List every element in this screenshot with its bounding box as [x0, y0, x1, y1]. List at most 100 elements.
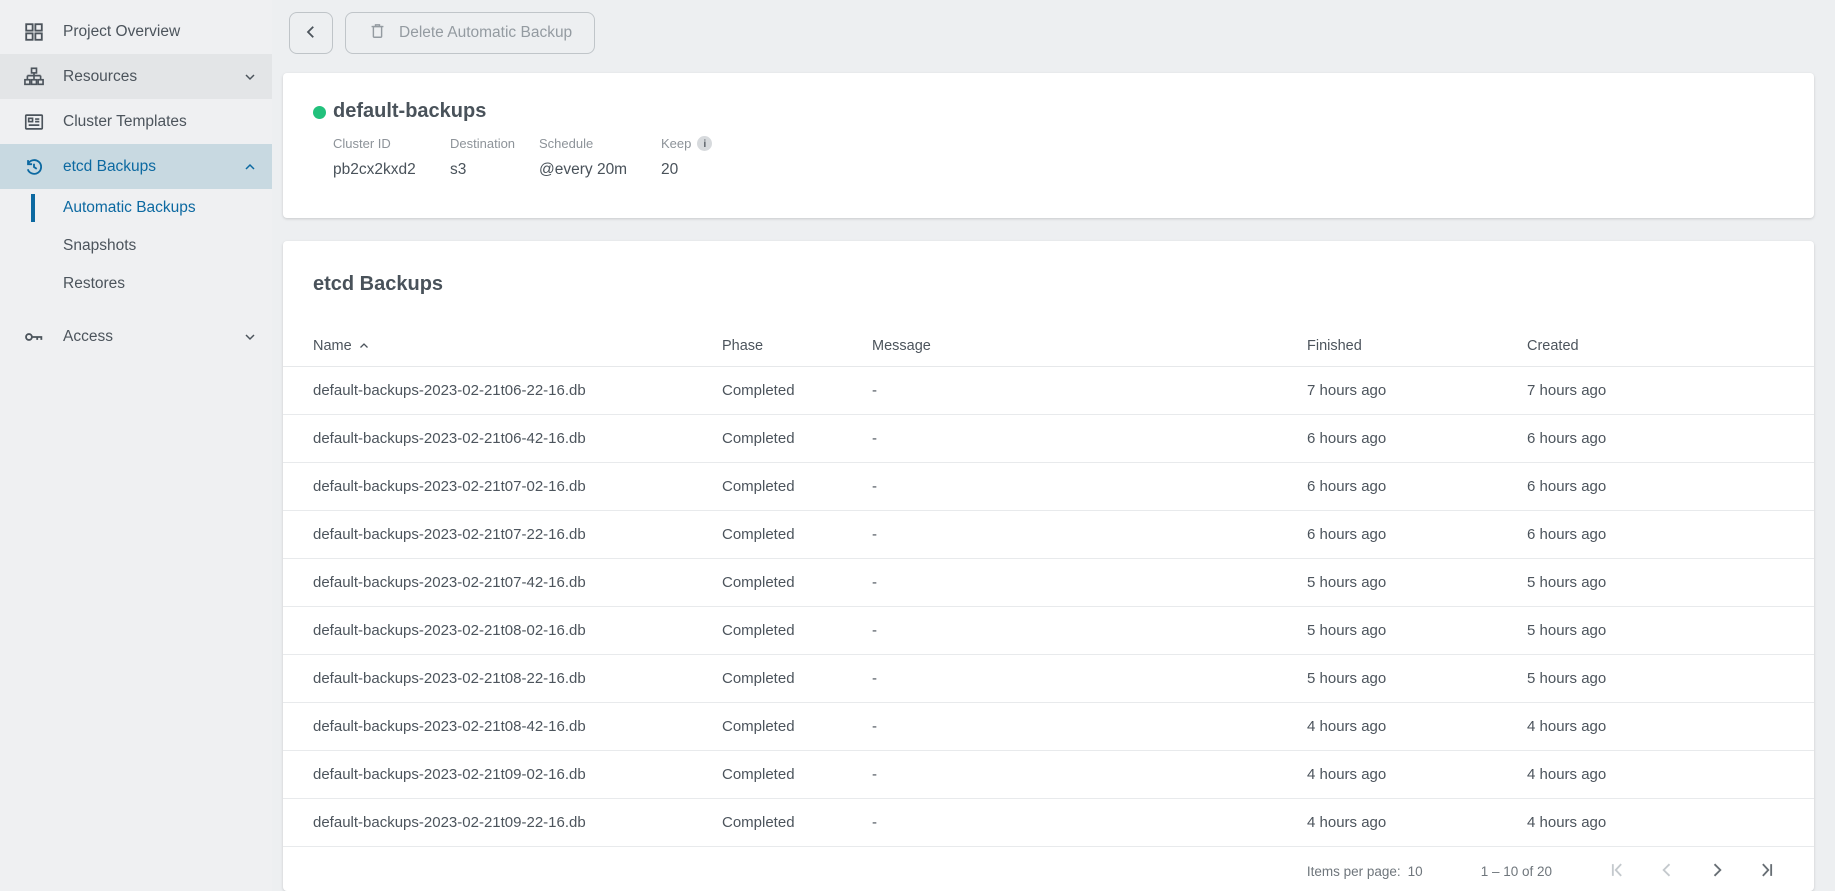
cell-finished: 4 hours ago	[1307, 766, 1527, 783]
sidebar-item-label: etcd Backups	[63, 158, 156, 176]
column-header-label: Name	[313, 338, 352, 354]
health-status-dot	[313, 106, 326, 119]
sidebar-item-label: Resources	[63, 68, 137, 86]
backup-fields: Cluster ID pb2cx2kxd2 Destination s3 Sch…	[333, 136, 712, 179]
sidebar-item-snapshots[interactable]: Snapshots	[0, 227, 272, 265]
backup-summary-card: default-backups Cluster ID pb2cx2kxd2 De…	[283, 73, 1814, 218]
table-row[interactable]: default-backups-2023-02-21t06-42-16.db C…	[283, 415, 1814, 463]
cell-finished: 7 hours ago	[1307, 382, 1527, 399]
table-row[interactable]: default-backups-2023-02-21t07-42-16.db C…	[283, 559, 1814, 607]
cell-message: -	[872, 574, 1307, 591]
column-header-created[interactable]: Created	[1527, 338, 1814, 354]
cell-name: default-backups-2023-02-21t07-02-16.db	[313, 478, 722, 495]
sidebar-item-label: Automatic Backups	[63, 199, 196, 217]
table-title: etcd Backups	[283, 241, 1814, 296]
cell-message: -	[872, 382, 1307, 399]
column-header-label: Finished	[1307, 338, 1362, 354]
first-page-button[interactable]	[1592, 852, 1642, 891]
cell-created: 5 hours ago	[1527, 670, 1814, 687]
cell-message: -	[872, 670, 1307, 687]
next-page-button[interactable]	[1692, 852, 1742, 891]
cell-name: default-backups-2023-02-21t08-42-16.db	[313, 718, 722, 735]
cell-created: 4 hours ago	[1527, 814, 1814, 831]
table-row[interactable]: default-backups-2023-02-21t07-22-16.db C…	[283, 511, 1814, 559]
column-header-message[interactable]: Message	[872, 338, 1307, 354]
column-header-name[interactable]: Name	[313, 338, 722, 354]
active-indicator-bar	[31, 194, 35, 222]
cell-name: default-backups-2023-02-21t06-22-16.db	[313, 382, 722, 399]
history-icon	[23, 156, 45, 178]
cell-message: -	[872, 478, 1307, 495]
info-icon[interactable]: i	[697, 136, 712, 151]
cell-finished: 5 hours ago	[1307, 622, 1527, 639]
cell-phase: Completed	[722, 670, 872, 687]
sidebar-item-label: Restores	[63, 275, 125, 293]
sidebar-item-etcd-backups[interactable]: etcd Backups	[0, 144, 272, 189]
delete-automatic-backup-button[interactable]: Delete Automatic Backup	[345, 12, 595, 54]
field-label: Cluster ID	[333, 136, 450, 151]
cell-message: -	[872, 430, 1307, 447]
column-header-finished[interactable]: Finished	[1307, 338, 1527, 354]
cell-finished: 5 hours ago	[1307, 670, 1527, 687]
sidebar-item-access[interactable]: Access	[0, 314, 272, 359]
table-row[interactable]: default-backups-2023-02-21t09-02-16.db C…	[283, 751, 1814, 799]
field-keep: Keep i 20	[661, 136, 712, 179]
sidebar-item-automatic-backups[interactable]: Automatic Backups	[0, 189, 272, 227]
sitemap-icon	[23, 66, 45, 88]
table-row[interactable]: default-backups-2023-02-21t08-02-16.db C…	[283, 607, 1814, 655]
cell-message: -	[872, 718, 1307, 735]
sort-asc-icon	[358, 340, 370, 352]
trash-icon	[368, 21, 387, 45]
cell-name: default-backups-2023-02-21t07-22-16.db	[313, 526, 722, 543]
table-row[interactable]: default-backups-2023-02-21t08-22-16.db C…	[283, 655, 1814, 703]
cell-name: default-backups-2023-02-21t07-42-16.db	[313, 574, 722, 591]
cell-name: default-backups-2023-02-21t06-42-16.db	[313, 430, 722, 447]
sidebar-item-resources[interactable]: Resources	[0, 54, 272, 99]
cell-message: -	[872, 526, 1307, 543]
previous-page-button[interactable]	[1642, 852, 1692, 891]
back-button[interactable]	[289, 12, 333, 54]
last-page-button[interactable]	[1742, 852, 1792, 891]
dashboard-icon	[23, 21, 45, 43]
sidebar-item-cluster-templates[interactable]: Cluster Templates	[0, 99, 272, 144]
cell-finished: 6 hours ago	[1307, 430, 1527, 447]
paginator-buttons	[1592, 852, 1792, 891]
sidebar: Project Overview Resources Cluster Templ…	[0, 0, 272, 891]
cell-phase: Completed	[722, 430, 872, 447]
sidebar-item-label: Cluster Templates	[63, 113, 187, 131]
cell-finished: 6 hours ago	[1307, 526, 1527, 543]
cell-created: 7 hours ago	[1527, 382, 1814, 399]
table-row[interactable]: default-backups-2023-02-21t08-42-16.db C…	[283, 703, 1814, 751]
backup-name-title: default-backups	[333, 100, 486, 123]
table-row[interactable]: default-backups-2023-02-21t09-22-16.db C…	[283, 799, 1814, 847]
column-header-label: Phase	[722, 338, 763, 354]
items-per-page-select[interactable]: 10	[1408, 864, 1423, 879]
cell-message: -	[872, 766, 1307, 783]
cell-message: -	[872, 622, 1307, 639]
table-row[interactable]: default-backups-2023-02-21t07-02-16.db C…	[283, 463, 1814, 511]
paginator: Items per page: 10 1 – 10 of 20	[283, 847, 1814, 891]
chevron-down-icon	[242, 329, 258, 345]
sidebar-item-project-overview[interactable]: Project Overview	[0, 9, 272, 54]
cell-message: -	[872, 814, 1307, 831]
cell-finished: 5 hours ago	[1307, 574, 1527, 591]
cell-finished: 4 hours ago	[1307, 718, 1527, 735]
chevron-left-icon	[302, 23, 320, 44]
field-value: s3	[450, 161, 539, 179]
items-per-page-label: Items per page:	[1307, 864, 1401, 879]
field-label: Schedule	[539, 136, 661, 151]
sidebar-item-restores[interactable]: Restores	[0, 265, 272, 303]
table-header-row: Name Phase Message Finished Created	[283, 325, 1814, 367]
sidebar-item-label: Snapshots	[63, 237, 136, 255]
field-cluster-id: Cluster ID pb2cx2kxd2	[333, 136, 450, 179]
column-header-label: Created	[1527, 338, 1579, 354]
cell-phase: Completed	[722, 382, 872, 399]
cell-phase: Completed	[722, 622, 872, 639]
cell-finished: 6 hours ago	[1307, 478, 1527, 495]
cell-created: 6 hours ago	[1527, 478, 1814, 495]
cell-created: 6 hours ago	[1527, 430, 1814, 447]
table-row[interactable]: default-backups-2023-02-21t06-22-16.db C…	[283, 367, 1814, 415]
column-header-phase[interactable]: Phase	[722, 338, 872, 354]
key-icon	[23, 326, 45, 348]
cell-phase: Completed	[722, 718, 872, 735]
